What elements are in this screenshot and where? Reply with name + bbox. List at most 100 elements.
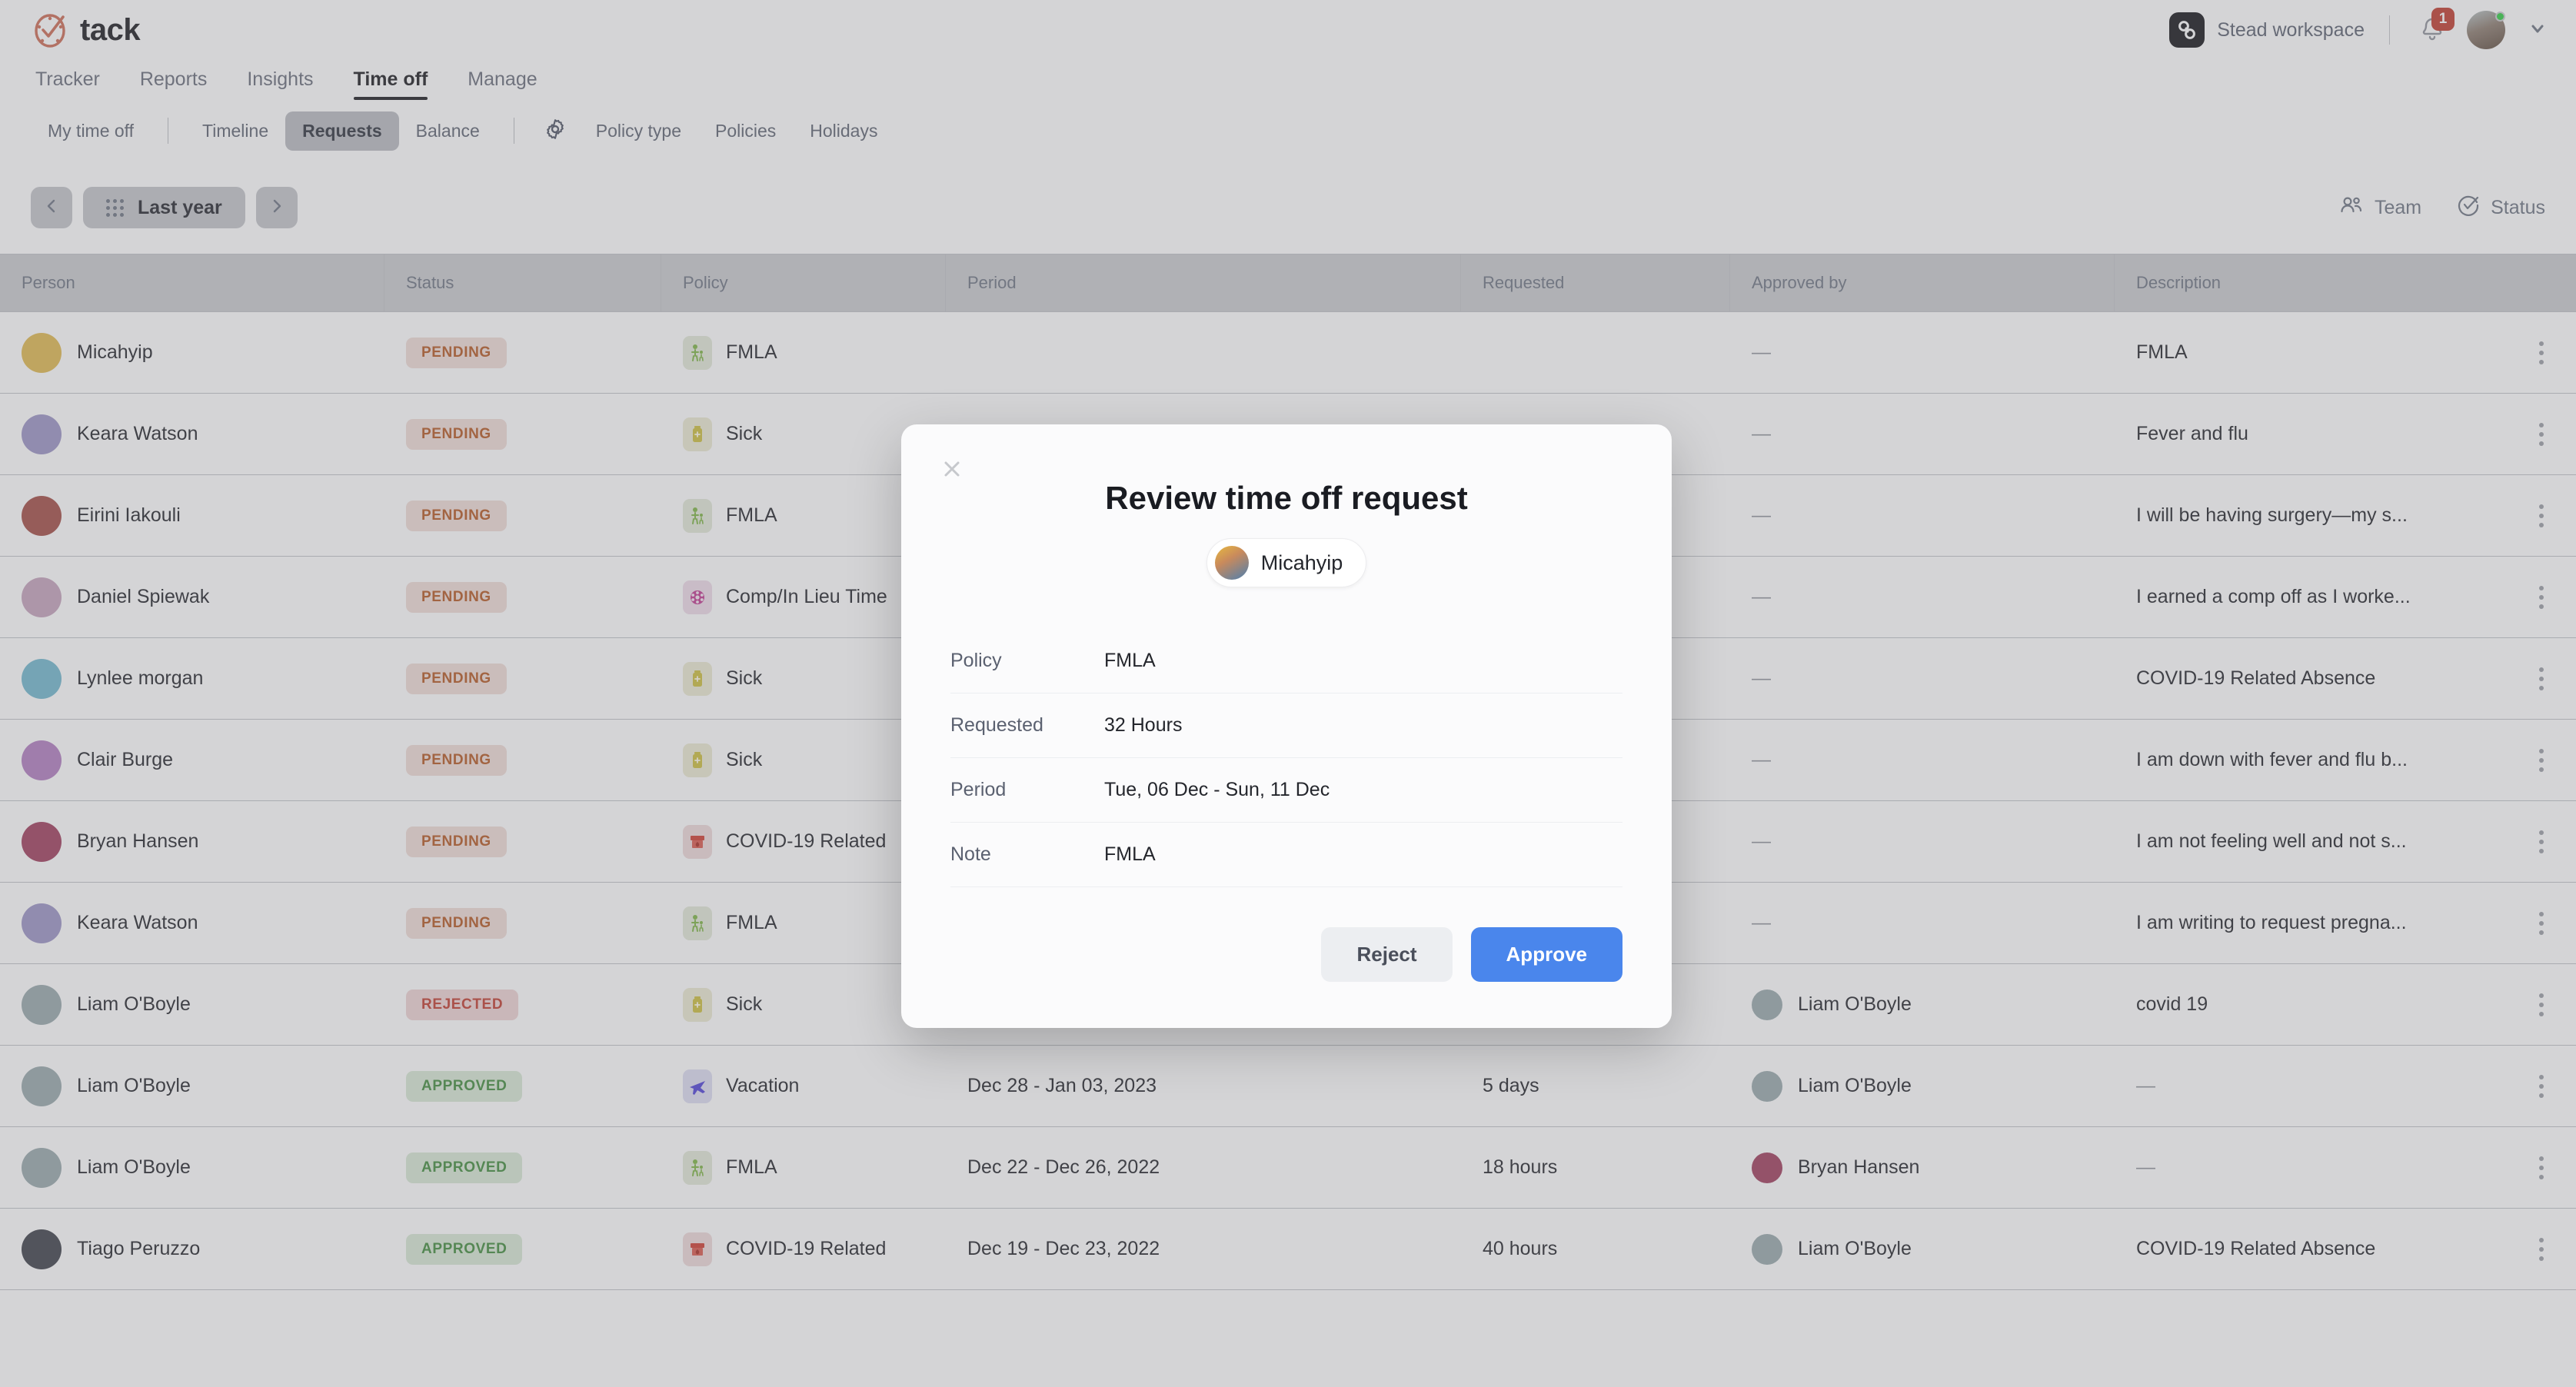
cell-row-menu[interactable] [2507, 312, 2576, 393]
user-menu[interactable] [2467, 11, 2505, 49]
previous-period-button[interactable] [31, 187, 72, 228]
team-filter-button[interactable]: Team [2339, 195, 2421, 221]
approved-by-value: — [1752, 749, 1771, 770]
brand-logo[interactable]: tack [31, 11, 141, 49]
cell-row-menu[interactable] [2507, 557, 2576, 637]
policy-name: Sick [726, 749, 763, 770]
close-icon [940, 457, 964, 484]
approve-button[interactable]: Approve [1470, 927, 1622, 982]
nav-reports[interactable]: Reports [120, 68, 228, 100]
next-period-button[interactable] [255, 187, 298, 228]
more-options-icon[interactable] [2539, 585, 2544, 609]
avatar [22, 1147, 62, 1188]
subnav-timeline[interactable]: Timeline [185, 111, 285, 151]
reject-button[interactable]: Reject [1321, 927, 1453, 982]
policy-sick-icon [683, 743, 712, 777]
more-options-icon[interactable] [2539, 748, 2544, 772]
nav-insights[interactable]: Insights [227, 68, 333, 100]
nav-tracker[interactable]: Tracker [31, 68, 120, 100]
more-options-icon[interactable] [2539, 504, 2544, 527]
column-header-description[interactable]: Description [2115, 254, 2576, 311]
cell-approved-by: — [1730, 720, 2115, 800]
request-details: Policy FMLA Requested 32 Hours Period Tu… [950, 629, 1622, 887]
cell-row-menu[interactable] [2507, 1127, 2576, 1208]
cell-period: Dec 19 - Dec 23, 2022 [946, 1209, 1461, 1289]
cell-approved-by: Liam O'Boyle [1730, 1046, 2115, 1126]
workspace-switcher[interactable]: Stead workspace [2169, 12, 2365, 48]
more-options-icon[interactable] [2539, 1237, 2544, 1261]
avatar [22, 414, 62, 454]
more-options-icon[interactable] [2539, 341, 2544, 364]
period-toolbar: Last year Team Status [0, 161, 2576, 254]
period-selector[interactable]: Last year [83, 187, 245, 228]
table-row[interactable]: Liam O'Boyle APPROVED FMLA Dec 22 - Dec 26,… [0, 1127, 2576, 1209]
settings-button[interactable] [531, 110, 579, 152]
table-row[interactable]: Liam O'Boyle APPROVED Vacation Dec 28 - Jan… [0, 1046, 2576, 1127]
cell-row-menu[interactable] [2507, 394, 2576, 474]
subnav-holidays[interactable]: Holidays [793, 111, 894, 151]
person-name: Liam O'Boyle [77, 993, 191, 1015]
subnav-my-time-off[interactable]: My time off [31, 111, 151, 151]
cell-description: FMLA [2115, 312, 2507, 393]
detail-value: Tue, 06 Dec - Sun, 11 Dec [1104, 779, 1330, 800]
cell-row-menu[interactable] [2507, 1046, 2576, 1126]
description-value: I am writing to request pregna... [2136, 912, 2407, 933]
detail-label: Policy [950, 650, 1002, 671]
chevron-left-icon [42, 197, 61, 219]
more-options-icon[interactable] [2539, 830, 2544, 853]
cell-person: Micahyip [0, 312, 384, 393]
approved-by-value: — [1752, 912, 1771, 933]
policy-sick-icon [683, 987, 712, 1022]
subnav-balance[interactable]: Balance [399, 111, 497, 151]
more-options-icon[interactable] [2539, 911, 2544, 935]
nav-manage[interactable]: Manage [448, 68, 557, 100]
cell-row-menu[interactable] [2507, 801, 2576, 882]
subnav-policy-type[interactable]: Policy type [579, 111, 698, 151]
more-options-icon[interactable] [2539, 1074, 2544, 1098]
person-name: Daniel Spiewak [77, 586, 210, 607]
policy-name: Comp/In Lieu Time [726, 586, 887, 607]
more-options-icon[interactable] [2539, 1156, 2544, 1179]
more-options-icon[interactable] [2539, 667, 2544, 690]
description-value: I am not feeling well and not s... [2136, 830, 2407, 852]
more-options-icon[interactable] [2539, 993, 2544, 1016]
grid-dots-icon [106, 198, 124, 217]
subnav-policies[interactable]: Policies [698, 111, 793, 151]
nav-time-off[interactable]: Time off [334, 68, 448, 100]
cell-row-menu[interactable] [2507, 883, 2576, 963]
column-header-person[interactable]: Person [0, 254, 384, 311]
cell-row-menu[interactable] [2507, 964, 2576, 1045]
status-filter-button[interactable]: Status [2457, 194, 2545, 222]
column-header-status[interactable]: Status [384, 254, 661, 311]
cell-approved-by: Liam O'Boyle [1730, 1209, 2115, 1289]
description-value: FMLA [2136, 341, 2188, 363]
cell-status: PENDING [384, 394, 661, 474]
description-value: Fever and flu [2136, 423, 2248, 444]
app-root: tack Stead workspace 1 Tracker Reports I… [0, 0, 2576, 1387]
approved-by-value: — [1752, 504, 1771, 526]
person-name: Keara Watson [77, 423, 198, 444]
column-header-policy[interactable]: Policy [661, 254, 946, 311]
column-header-requested[interactable]: Requested [1461, 254, 1730, 311]
avatar [1752, 989, 1782, 1020]
table-row[interactable]: Tiago Peruzzo APPROVED COVID-19 Related Dec… [0, 1209, 2576, 1290]
cell-row-menu[interactable] [2507, 638, 2576, 719]
approved-by-value: Liam O'Boyle [1752, 1233, 1912, 1265]
subnav-requests[interactable]: Requests [285, 111, 399, 151]
avatar [22, 821, 62, 862]
notifications-button[interactable]: 1 [2415, 8, 2455, 48]
column-header-approvedby[interactable]: Approved by [1730, 254, 2115, 311]
column-header-period[interactable]: Period [946, 254, 1461, 311]
close-modal-button[interactable] [935, 454, 969, 487]
cell-row-menu[interactable] [2507, 1209, 2576, 1289]
cell-row-menu[interactable] [2507, 720, 2576, 800]
table-row[interactable]: Micahyip PENDING FMLA — FMLA [0, 312, 2576, 394]
status-badge: PENDING [406, 663, 507, 694]
cell-person: Clair Burge [0, 720, 384, 800]
more-options-icon[interactable] [2539, 422, 2544, 446]
detail-row-note: Note FMLA [950, 823, 1622, 887]
cell-requested [1461, 312, 1730, 393]
cell-row-menu[interactable] [2507, 475, 2576, 556]
main-navigation: Tracker Reports Insights Time off Manage [0, 60, 2576, 100]
chevron-down-icon[interactable] [2527, 18, 2548, 43]
